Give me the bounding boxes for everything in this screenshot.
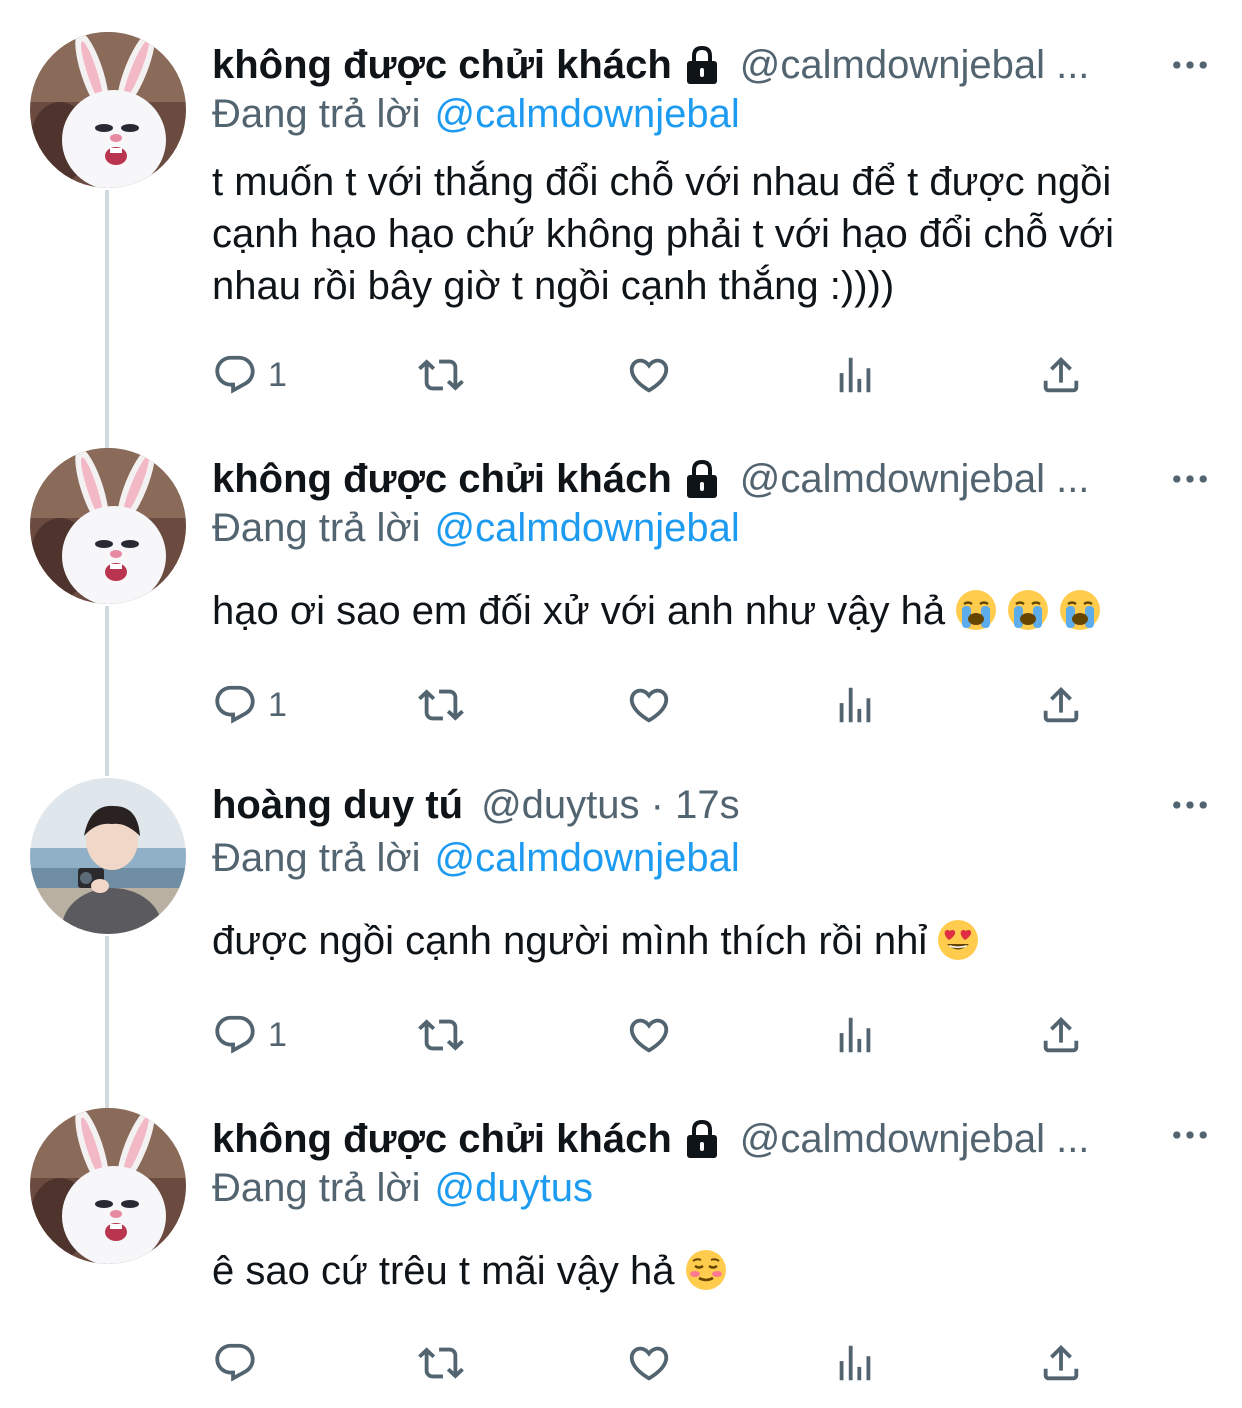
retweet-icon — [418, 682, 464, 728]
reply-count: 1 — [268, 1015, 287, 1054]
tweet-body: được ngồi cạnh người mình thích rồi nhỉ — [212, 915, 1172, 967]
reply-count: 1 — [268, 685, 287, 724]
replying-label: Đang trả lời — [212, 92, 421, 136]
analytics-icon — [832, 682, 878, 728]
reply-button[interactable]: 1 — [212, 350, 287, 400]
retweet-button[interactable] — [418, 1010, 464, 1060]
like-button[interactable] — [626, 1338, 672, 1388]
tweet-text: ê sao cứ trêu t mãi vậy hả — [212, 1249, 675, 1293]
retweet-button[interactable] — [418, 1338, 464, 1388]
heart-icon — [626, 682, 672, 728]
share-button[interactable] — [1038, 350, 1084, 400]
reply-button[interactable]: 1 — [212, 1010, 287, 1060]
analytics-icon — [832, 1012, 878, 1058]
retweet-button[interactable] — [418, 680, 464, 730]
tweet[interactable]: không được chửi khách @calmdownjebal ...… — [0, 0, 1242, 440]
reply-mention-link[interactable]: @calmdownjebal — [435, 506, 740, 550]
white-rabbit-avatar[interactable] — [30, 1108, 186, 1264]
reply-icon — [212, 1340, 258, 1386]
more-options-icon[interactable] — [1160, 1115, 1220, 1155]
share-button[interactable] — [1038, 680, 1084, 730]
reply-icon — [212, 352, 258, 398]
share-icon — [1038, 1012, 1084, 1058]
like-button[interactable] — [626, 1010, 672, 1060]
heart-icon — [626, 352, 672, 398]
smiling-blush-face-emoji — [685, 1249, 727, 1291]
tweet-text: hạo ơi sao em đối xử với anh như vậy hả — [212, 589, 946, 633]
share-icon — [1038, 1340, 1084, 1386]
lock-icon — [682, 1118, 722, 1160]
display-name[interactable]: không được chửi khách — [212, 40, 672, 90]
share-icon — [1038, 682, 1084, 728]
more-options-icon[interactable] — [1160, 459, 1220, 499]
views-button[interactable] — [832, 350, 878, 400]
retweet-icon — [418, 1340, 464, 1386]
user-handle[interactable]: @calmdownjebal ... — [740, 1114, 1202, 1164]
replying-label: Đang trả lời — [212, 836, 421, 880]
crying-face-emoji — [955, 589, 997, 631]
analytics-icon — [832, 352, 878, 398]
analytics-icon — [832, 1340, 878, 1386]
reply-button[interactable] — [212, 1338, 268, 1388]
display-name[interactable]: không được chửi khách — [212, 1114, 672, 1164]
retweet-button[interactable] — [418, 350, 464, 400]
tweet-text: được ngồi cạnh người mình thích rồi nhỉ — [212, 919, 928, 963]
reply-mention-link[interactable]: @calmdownjebal — [435, 836, 740, 880]
user-handle[interactable]: @calmdownjebal ... — [740, 454, 1202, 504]
lock-icon — [682, 458, 722, 500]
more-options-icon[interactable] — [1160, 45, 1220, 85]
replying-label: Đang trả lời — [212, 1166, 421, 1210]
share-button[interactable] — [1038, 1010, 1084, 1060]
lock-icon — [682, 44, 722, 86]
replying-label: Đang trả lời — [212, 506, 421, 550]
white-rabbit-avatar[interactable] — [30, 32, 186, 188]
views-button[interactable] — [832, 1338, 878, 1388]
heart-icon — [626, 1012, 672, 1058]
reply-button[interactable]: 1 — [212, 680, 287, 730]
display-name[interactable]: hoàng duy tú — [212, 780, 463, 830]
display-name[interactable]: không được chửi khách — [212, 454, 672, 504]
like-button[interactable] — [626, 350, 672, 400]
reply-count: 1 — [268, 355, 287, 394]
share-button[interactable] — [1038, 1338, 1084, 1388]
retweet-icon — [418, 1012, 464, 1058]
retweet-icon — [418, 352, 464, 398]
white-rabbit-avatar[interactable] — [30, 448, 186, 604]
tweet-body: hạo ơi sao em đối xử với anh như vậy hả — [212, 585, 1172, 637]
like-button[interactable] — [626, 680, 672, 730]
reply-icon — [212, 1012, 258, 1058]
tweet[interactable]: không được chửi khách @calmdownjebal ...… — [0, 1100, 1242, 1408]
person-camera-avatar[interactable] — [30, 778, 186, 934]
share-icon — [1038, 352, 1084, 398]
reply-icon — [212, 682, 258, 728]
crying-face-emoji — [1007, 589, 1049, 631]
views-button[interactable] — [832, 680, 878, 730]
heart-icon — [626, 1340, 672, 1386]
user-handle[interactable]: @duytus · 17s — [481, 780, 1202, 830]
user-handle[interactable]: @calmdownjebal ... — [740, 40, 1202, 90]
tweet-text: t muốn t với thắng đổi chỗ với nhau để t… — [212, 160, 1115, 308]
reply-mention-link[interactable]: @duytus — [435, 1166, 593, 1210]
more-options-icon[interactable] — [1160, 785, 1220, 825]
crying-face-emoji — [1059, 589, 1101, 631]
tweet[interactable]: hoàng duy tú @duytus · 17s Đang trả lời @… — [0, 770, 1242, 1100]
views-button[interactable] — [832, 1010, 878, 1060]
tweet[interactable]: không được chửi khách @calmdownjebal ...… — [0, 440, 1242, 770]
heart-eyes-face-emoji — [937, 919, 979, 961]
reply-mention-link[interactable]: @calmdownjebal — [435, 92, 740, 136]
tweet-body: ê sao cứ trêu t mãi vậy hả — [212, 1245, 1172, 1297]
